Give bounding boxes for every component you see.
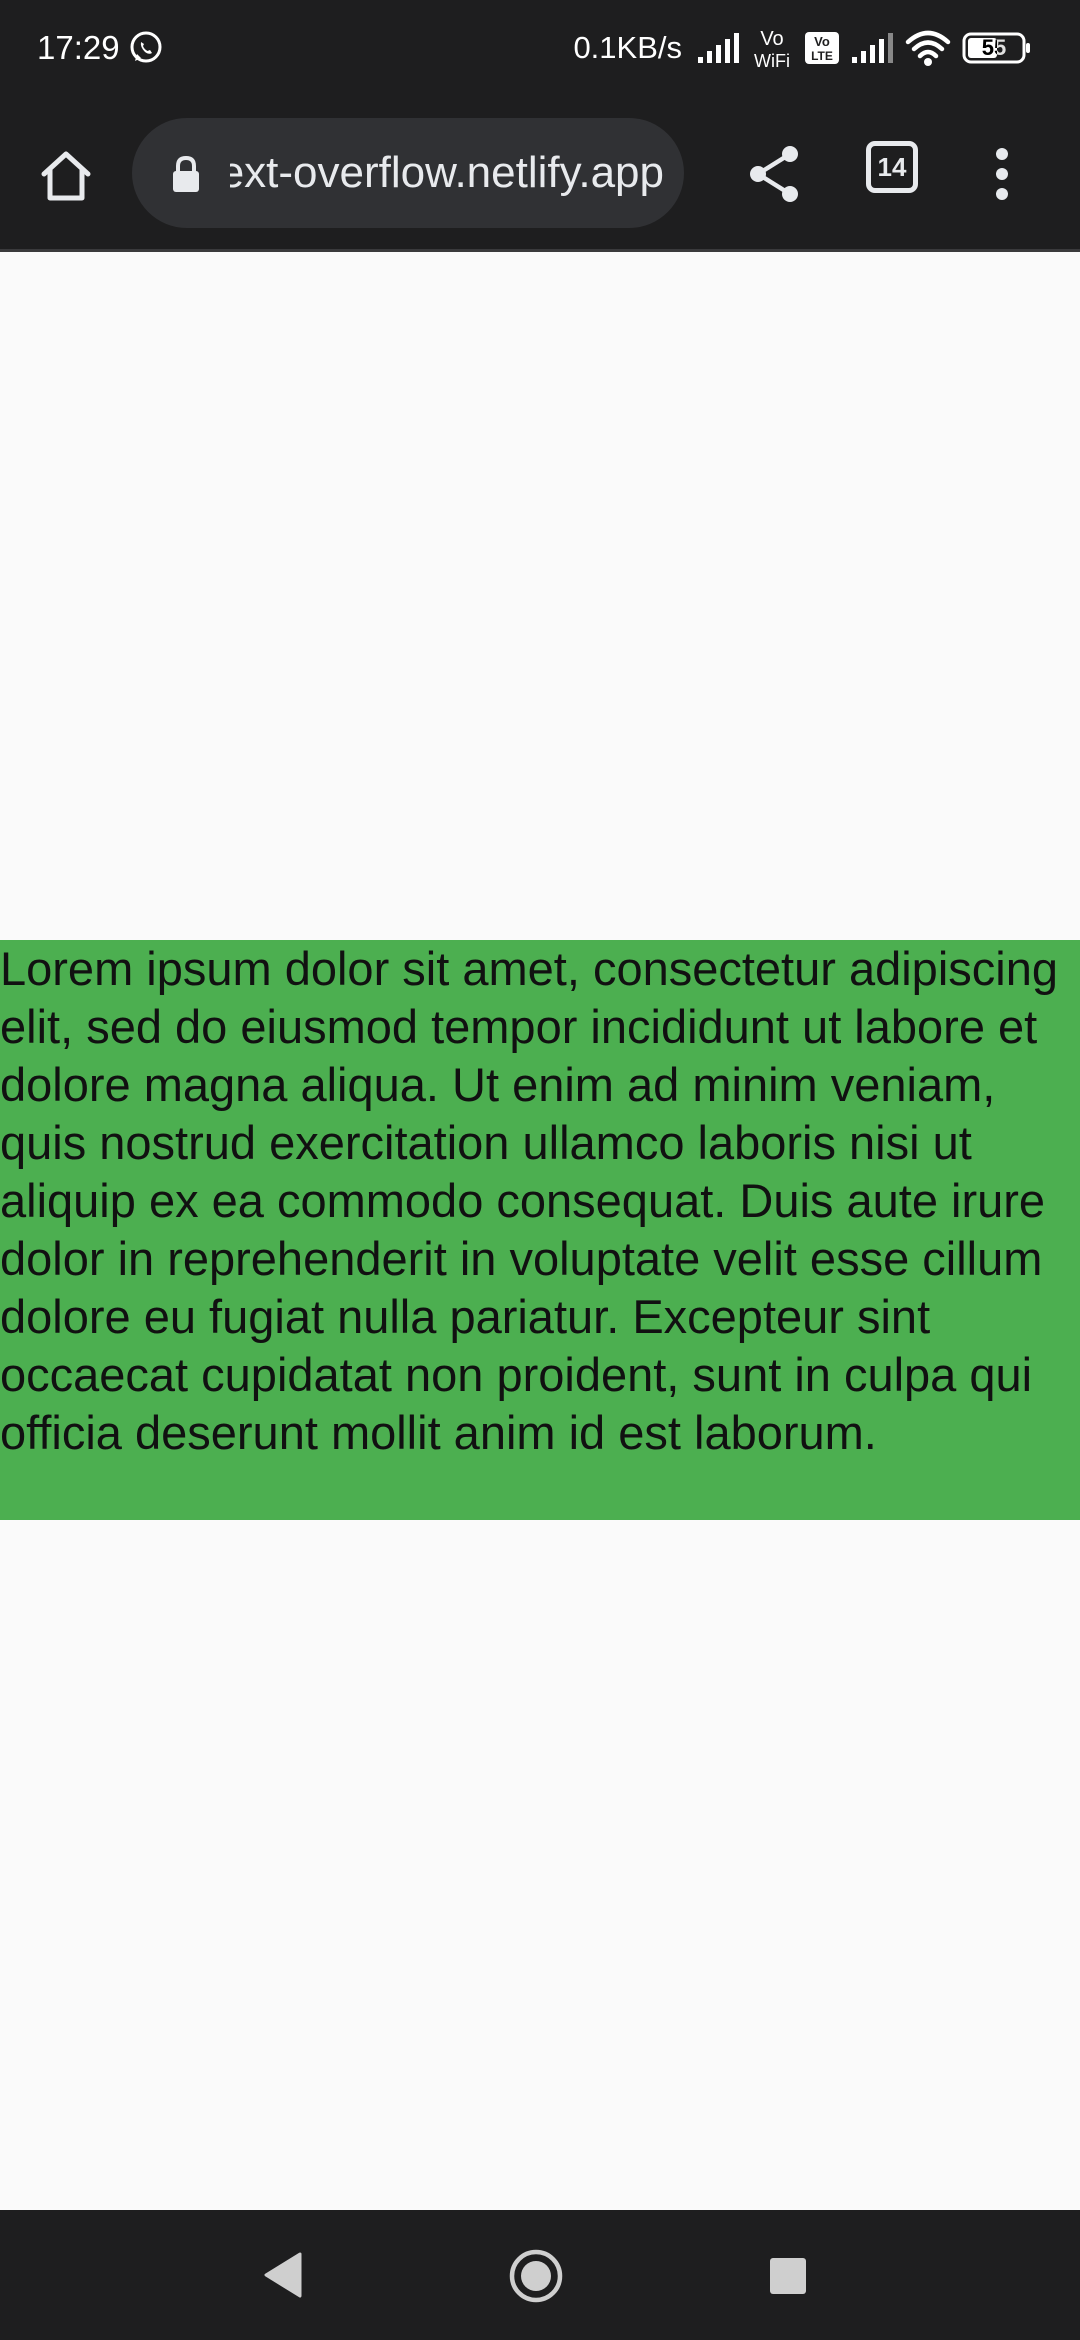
signal-icon [698,33,739,63]
network-speed: 0.1KB/s [573,30,682,65]
status-bar: 17:29 0.1KB/s Vo WiFi Vo LTE 55 [0,0,1080,96]
system-nav-bar [0,2210,1080,2340]
web-content: Lorem ipsum dolor sit amet, consectetur … [0,252,1080,2210]
recents-icon[interactable] [770,2258,806,2294]
lock-icon [173,155,199,192]
status-time: 17:29 [37,29,120,66]
green-text-block: Lorem ipsum dolor sit amet, consectetur … [0,940,1080,1520]
tab-switcher-button[interactable]: 14 [866,141,918,193]
tab-count: 14 [877,151,907,182]
nav-home-icon[interactable] [508,2248,564,2304]
signal-icon-2 [852,33,893,63]
status-icons: 0.1KB/s Vo WiFi Vo LTE 55 [573,24,1032,72]
url-text: text-overflow.netlify.app [230,148,664,197]
wifi-icon [905,30,951,66]
share-icon[interactable] [740,140,808,208]
more-vert-icon[interactable] [980,140,1024,208]
vowifi-icon: Vo WiFi [754,28,790,71]
lorem-paragraph: Lorem ipsum dolor sit amet, consectetur … [0,942,1058,1459]
volte-bottom: LTE [811,49,833,63]
battery-icon: 55 [962,31,1032,65]
back-icon[interactable] [260,2250,304,2300]
vowifi-bottom: WiFi [754,51,790,71]
browser-toolbar: text-overflow.netlify.app 14 [0,96,1080,252]
whatsapp-icon [130,31,162,63]
home-button[interactable] [30,140,102,212]
battery-level: 55 [981,35,1007,60]
home-icon [41,151,91,201]
volte-top: Vo [814,34,830,49]
address-bar[interactable]: text-overflow.netlify.app [132,118,684,228]
volte-icon: Vo LTE [805,32,839,64]
vowifi-top: Vo [760,28,783,50]
